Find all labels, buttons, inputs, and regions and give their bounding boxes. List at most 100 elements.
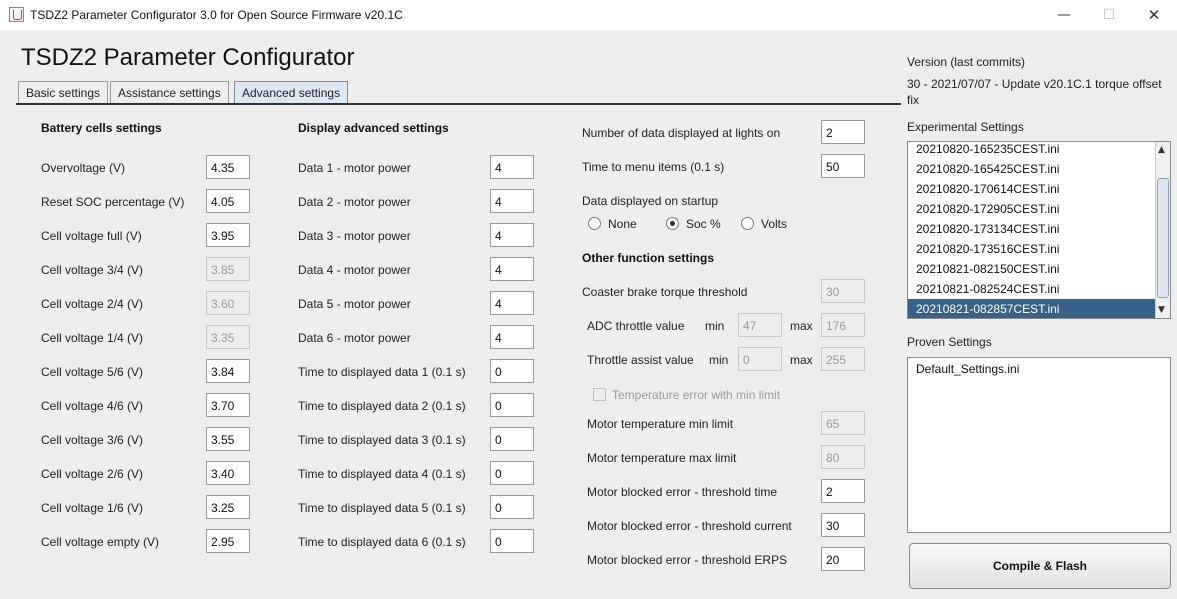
battery-row-input[interactable]: 2.95 xyxy=(206,529,250,553)
lights-input[interactable]: 2 xyxy=(821,120,865,144)
battery-row-input[interactable]: 3.40 xyxy=(206,461,250,485)
experimental-item[interactable]: 20210820-165235CEST.ini xyxy=(908,142,1156,159)
battery-row-input[interactable]: 3.85 xyxy=(206,257,250,281)
blocked-current-input[interactable]: 30 xyxy=(821,513,865,537)
blocked-erps-input[interactable]: 20 xyxy=(821,547,865,571)
battery-row-input[interactable]: 4.35 xyxy=(206,155,250,179)
experimental-item[interactable]: 20210820-165425CEST.ini xyxy=(908,159,1156,179)
temp-min-label: Motor temperature min limit xyxy=(587,417,734,431)
display-row-input[interactable]: 0 xyxy=(490,495,534,519)
menu-time-input[interactable]: 50 xyxy=(821,154,865,178)
tab-assistance-settings[interactable]: Assistance settings xyxy=(110,81,229,103)
maximize-button[interactable]: ☐ xyxy=(1086,0,1132,30)
display-row-label: Time to displayed data 3 (0.1 s) xyxy=(298,433,466,447)
battery-row-input[interactable]: 3.55 xyxy=(206,427,250,451)
tab-basic-settings[interactable]: Basic settings xyxy=(18,81,109,103)
title-bar: TSDZ2 Parameter Configurator 3.0 for Ope… xyxy=(0,0,1177,30)
startup-label: Data displayed on startup xyxy=(582,194,719,208)
radio-none[interactable] xyxy=(588,217,601,230)
battery-row-input[interactable]: 3.60 xyxy=(206,291,250,315)
adc-min-label: min xyxy=(705,319,725,333)
display-row-input[interactable]: 4 xyxy=(490,189,534,213)
display-row-input[interactable]: 4 xyxy=(490,155,534,179)
assist-min-input[interactable]: 0 xyxy=(738,347,782,371)
battery-row-label: Overvoltage (V) xyxy=(41,161,126,175)
temp-max-input[interactable]: 80 xyxy=(821,445,865,469)
tab-divider xyxy=(16,103,901,105)
experimental-item[interactable]: 20210820-173516CEST.ini xyxy=(908,239,1156,259)
scroll-down-icon[interactable]: ▼ xyxy=(1158,305,1165,315)
display-row-input[interactable]: 4 xyxy=(490,325,534,349)
display-row-input[interactable]: 0 xyxy=(490,393,534,417)
adc-max-label: max xyxy=(790,319,813,333)
close-button[interactable]: ✕ xyxy=(1131,0,1177,30)
battery-row-input[interactable]: 4.05 xyxy=(206,189,250,213)
radio-none-label: None xyxy=(608,217,637,231)
temp-error-label: Temperature error with min limit xyxy=(612,388,781,402)
battery-row-label: Cell voltage empty (V) xyxy=(41,535,160,549)
display-row-label: Data 5 - motor power xyxy=(298,297,411,311)
proven-list[interactable]: Default_Settings.ini xyxy=(907,357,1171,533)
battery-row-input[interactable]: 3.84 xyxy=(206,359,250,383)
scroll-up-icon[interactable]: ▲ xyxy=(1158,145,1165,155)
experimental-item[interactable]: 20210821-082150CEST.ini xyxy=(908,259,1156,279)
radio-soc-label: Soc % xyxy=(686,217,721,231)
radio-volts[interactable] xyxy=(741,217,754,230)
battery-row-label: Cell voltage 5/6 (V) xyxy=(41,365,144,379)
coaster-input[interactable]: 30 xyxy=(821,279,865,303)
display-row-input[interactable]: 0 xyxy=(490,359,534,383)
battery-row-input[interactable]: 3.35 xyxy=(206,325,250,349)
experimental-item[interactable]: 20210820-173134CEST.ini xyxy=(908,219,1156,239)
scroll-thumb[interactable] xyxy=(1157,178,1169,298)
assist-max-input[interactable]: 255 xyxy=(821,347,865,371)
display-row-label: Time to displayed data 6 (0.1 s) xyxy=(298,535,466,549)
adc-max-input[interactable]: 176 xyxy=(821,313,865,337)
display-row-input[interactable]: 0 xyxy=(490,427,534,451)
page-title: TSDZ2 Parameter Configurator xyxy=(21,44,355,71)
temp-error-checkbox[interactable] xyxy=(593,388,606,401)
battery-row-input[interactable]: 3.70 xyxy=(206,393,250,417)
tab-advanced-settings[interactable]: Advanced settings xyxy=(234,81,349,104)
battery-row-label: Cell voltage 4/6 (V) xyxy=(41,399,144,413)
experimental-item[interactable]: 20210821-082524CEST.ini xyxy=(908,279,1156,299)
assist-min-label: min xyxy=(709,353,729,367)
minimize-button[interactable]: — xyxy=(1041,0,1087,30)
blocked-time-input[interactable]: 2 xyxy=(821,479,865,503)
battery-row-label: Cell voltage 2/4 (V) xyxy=(41,297,144,311)
window-title: TSDZ2 Parameter Configurator 3.0 for Ope… xyxy=(30,8,403,22)
display-row-input[interactable]: 0 xyxy=(490,529,534,553)
battery-row-label: Cell voltage 3/6 (V) xyxy=(41,433,144,447)
experimental-item[interactable]: 20210820-170614CEST.ini xyxy=(908,179,1156,199)
display-row-label: Time to displayed data 4 (0.1 s) xyxy=(298,467,466,481)
display-row-label: Data 2 - motor power xyxy=(298,195,411,209)
display-row-input[interactable]: 0 xyxy=(490,461,534,485)
blocked-time-label: Motor blocked error - threshold time xyxy=(587,485,778,499)
proven-label: Proven Settings xyxy=(907,335,992,349)
display-heading: Display advanced settings xyxy=(298,121,449,135)
menu-time-label: Time to menu items (0.1 s) xyxy=(582,160,725,174)
battery-row-input[interactable]: 3.25 xyxy=(206,495,250,519)
radio-soc[interactable] xyxy=(666,217,679,230)
display-row-input[interactable]: 4 xyxy=(490,291,534,315)
experimental-item[interactable]: 20210821-082857CEST.ini xyxy=(908,299,1156,318)
compile-flash-button[interactable]: Compile & Flash xyxy=(909,543,1171,589)
other-heading: Other function settings xyxy=(582,251,714,265)
lights-label: Number of data displayed at lights on xyxy=(582,126,781,140)
proven-item[interactable]: Default_Settings.ini xyxy=(908,359,1156,379)
battery-heading: Battery cells settings xyxy=(41,121,162,135)
display-row-input[interactable]: 4 xyxy=(490,223,534,247)
experimental-scrollbar[interactable]: ▲ ▼ xyxy=(1155,142,1170,318)
temp-max-label: Motor temperature max limit xyxy=(587,451,737,465)
experimental-list[interactable]: 20210820-165235CEST.ini 20210820-165425CE… xyxy=(907,141,1171,319)
battery-row-label: Cell voltage 3/4 (V) xyxy=(41,263,144,277)
display-row-input[interactable]: 4 xyxy=(490,257,534,281)
temp-min-input[interactable]: 65 xyxy=(821,411,865,435)
display-row-label: Time to displayed data 1 (0.1 s) xyxy=(298,365,466,379)
experimental-item[interactable]: 20210820-172905CEST.ini xyxy=(908,199,1156,219)
battery-row-label: Cell voltage 1/4 (V) xyxy=(41,331,144,345)
display-row-label: Data 3 - motor power xyxy=(298,229,411,243)
java-app-icon xyxy=(9,7,24,22)
battery-row-input[interactable]: 3.95 xyxy=(206,223,250,247)
adc-min-input[interactable]: 47 xyxy=(738,313,782,337)
display-row-label: Data 4 - motor power xyxy=(298,263,411,277)
